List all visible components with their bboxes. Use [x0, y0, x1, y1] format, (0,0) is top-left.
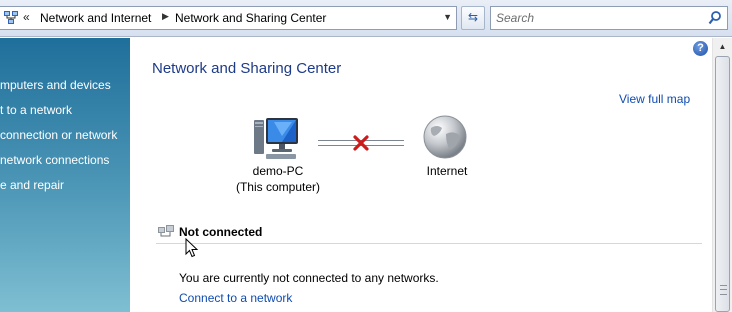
breadcrumb-separator-icon[interactable]: ▶ — [162, 11, 169, 22]
address-toolbar: « Network and Internet ▶ Network and Sha… — [0, 0, 732, 37]
connect-to-network-link[interactable]: Connect to a network — [179, 291, 292, 305]
task-connect-to-a-network[interactable]: t to a network — [0, 103, 72, 117]
task-view-computers-and-devices[interactable]: mputers and devices — [0, 78, 111, 92]
red-x-icon[interactable] — [352, 135, 370, 151]
refresh-button[interactable]: ⇆ — [461, 6, 485, 30]
view-full-map-link[interactable]: View full map — [619, 92, 690, 106]
help-icon[interactable]: ? — [693, 41, 708, 56]
mouse-cursor-icon — [185, 237, 199, 258]
task-set-up-connection[interactable]: connection or network — [0, 128, 117, 142]
search-icon[interactable] — [708, 10, 722, 26]
refresh-icon: ⇆ — [467, 10, 479, 24]
page-title: Network and Sharing Center — [152, 60, 342, 77]
network-location-icon — [3, 10, 19, 26]
vertical-scrollbar[interactable]: ▲ — [712, 38, 732, 312]
search-input[interactable]: Search — [496, 11, 534, 25]
network-status-message: You are currently not connected to any n… — [179, 271, 439, 285]
network-status-title: Not connected — [179, 225, 263, 239]
breadcrumb-network-and-sharing-center[interactable]: Network and Sharing Center — [175, 11, 326, 25]
tasks-pane: mputers and devices t to a network conne… — [0, 38, 130, 312]
computer-name-label: demo-PC — [252, 164, 304, 178]
internet-globe-icon[interactable] — [422, 114, 468, 160]
scrollbar-thumb[interactable] — [715, 56, 730, 312]
this-computer-label: (This computer) — [235, 180, 321, 194]
address-bar[interactable]: « Network and Internet ▶ Network and Sha… — [0, 6, 457, 30]
search-box[interactable]: Search — [490, 6, 728, 30]
address-dropdown-icon[interactable]: ▼ — [443, 12, 452, 22]
task-manage-network-connections[interactable]: network connections — [0, 153, 109, 167]
scrollbar-grip-icon — [720, 285, 727, 295]
internet-label: Internet — [426, 164, 468, 178]
task-diagnose-and-repair[interactable]: e and repair — [0, 178, 64, 192]
scroll-up-icon[interactable]: ▲ — [713, 38, 732, 56]
computer-icon[interactable] — [252, 116, 300, 162]
network-status-icon — [157, 224, 175, 240]
section-divider — [156, 243, 702, 244]
overflow-chevron-icon[interactable]: « — [23, 10, 30, 24]
breadcrumb-network-and-internet[interactable]: Network and Internet — [40, 11, 151, 25]
